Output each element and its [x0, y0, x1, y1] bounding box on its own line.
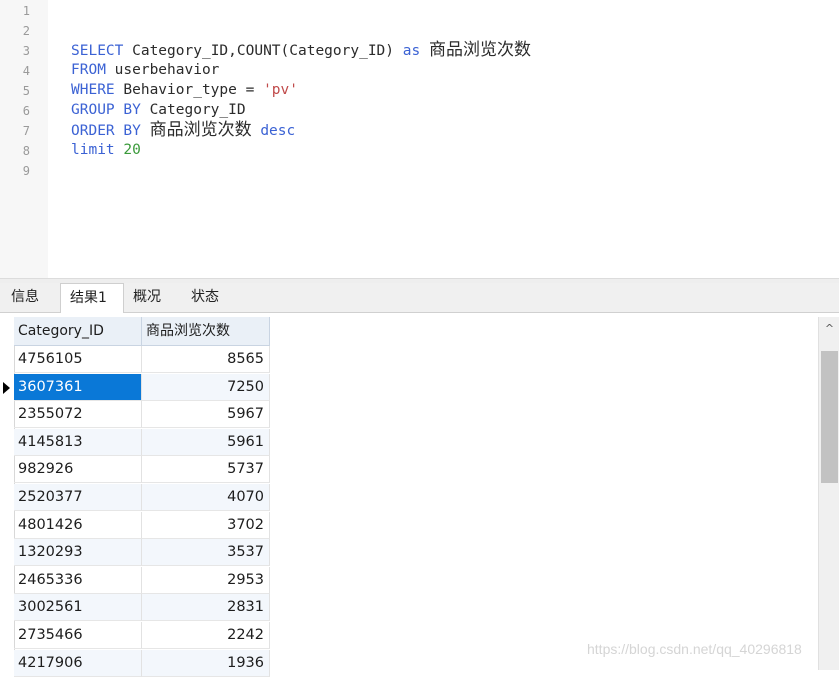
cell-view-count[interactable]: 5967 [142, 401, 270, 428]
sql-editor[interactable]: 1 2 3 4 5 6 7 8 9 SELECT Category_ID,COU… [0, 0, 839, 278]
cell-category-id[interactable]: 982926 [14, 456, 142, 483]
line-number: 7 [22, 124, 30, 138]
cell-view-count[interactable]: 2242 [142, 622, 270, 649]
sql-keyword: ORDER BY [71, 123, 141, 139]
sql-keyword: WHERE [71, 82, 115, 98]
chevron-up-icon[interactable]: ^ [819, 317, 839, 339]
line-number: 5 [22, 84, 30, 98]
code-line-6: GROUP BY Category_ID [71, 100, 246, 120]
tab-profile[interactable]: 概况 [124, 283, 182, 312]
cell-view-count[interactable]: 3537 [142, 539, 270, 566]
row-marker-column [0, 317, 15, 670]
sql-keyword: FROM [71, 62, 106, 78]
sql-keyword: limit [71, 142, 115, 158]
result-grid[interactable]: Category_ID 商品浏览次数 4756105 8565 3607361 725… [0, 317, 818, 677]
cell-view-count[interactable]: 5737 [142, 456, 270, 483]
code-line-8: limit 20 [71, 140, 141, 160]
cell-category-id[interactable]: 4756105 [14, 346, 142, 373]
cell-view-count[interactable]: 7250 [142, 374, 270, 401]
cell-category-id[interactable]: 1320293 [14, 539, 142, 566]
sql-alias: 商品浏览次数 [149, 120, 252, 140]
sql-text: Behavior_type = [114, 82, 264, 98]
code-line-7: ORDER BY 商品浏览次数 desc [71, 120, 295, 141]
sql-text: userbehavior [105, 62, 220, 78]
cell-category-id[interactable]: 3607361 [14, 374, 142, 401]
tab-info[interactable]: 信息 [2, 283, 60, 312]
result-tabs: 信息 结果1 概况 状态 [0, 283, 839, 313]
line-number: 2 [22, 24, 30, 38]
cell-category-id[interactable]: 2465336 [14, 567, 142, 594]
sql-text: Category_ID,COUNT(Category_ID) [123, 43, 403, 59]
line-number: 9 [22, 164, 30, 178]
cell-view-count[interactable]: 2953 [142, 567, 270, 594]
cell-view-count[interactable]: 4070 [142, 484, 270, 511]
cell-category-id[interactable]: 4801426 [14, 512, 142, 539]
sql-number: 20 [123, 142, 141, 158]
scrollbar-thumb[interactable] [821, 351, 838, 483]
cell-category-id[interactable]: 3002561 [14, 594, 142, 621]
line-number-gutter: 1 2 3 4 5 6 7 8 9 [0, 0, 48, 278]
cell-view-count[interactable]: 3702 [142, 512, 270, 539]
code-line-4: FROM userbehavior [71, 60, 219, 80]
current-row-marker-icon [3, 382, 10, 394]
watermark: https://blog.csdn.net/qq_40296818 [587, 641, 802, 657]
cell-view-count[interactable]: 2831 [142, 594, 270, 621]
line-number: 8 [22, 144, 30, 158]
code-line-5: WHERE Behavior_type = 'pv' [71, 80, 298, 100]
sql-alias: 商品浏览次数 [428, 40, 531, 60]
cell-category-id[interactable]: 2735466 [14, 622, 142, 649]
sql-string: 'pv' [263, 82, 298, 98]
column-header-category-id[interactable]: Category_ID [14, 317, 142, 346]
line-number: 1 [22, 4, 30, 18]
tab-result1[interactable]: 结果1 [60, 283, 124, 313]
code-line-3: SELECT Category_ID,COUNT(Category_ID) as… [71, 40, 531, 61]
cell-category-id[interactable]: 4145813 [14, 429, 142, 456]
cell-category-id[interactable]: 2520377 [14, 484, 142, 511]
line-number: 6 [22, 104, 30, 118]
line-number: 4 [22, 64, 30, 78]
cell-category-id[interactable]: 4217906 [14, 650, 142, 677]
cell-category-id[interactable]: 2355072 [14, 401, 142, 428]
cell-view-count[interactable]: 1936 [142, 650, 270, 677]
tab-status[interactable]: 状态 [182, 283, 240, 312]
sql-keyword: SELECT [71, 43, 124, 59]
cell-view-count[interactable]: 8565 [142, 346, 270, 373]
sql-keyword: as [402, 43, 421, 59]
cell-view-count[interactable]: 5961 [142, 429, 270, 456]
sql-keyword: GROUP BY [71, 102, 141, 118]
line-number: 3 [22, 44, 30, 58]
vertical-scrollbar[interactable]: ^ [818, 317, 839, 670]
sql-text: Category_ID [140, 102, 246, 118]
sql-keyword: desc [260, 123, 296, 139]
column-header-view-count[interactable]: 商品浏览次数 [142, 317, 270, 346]
